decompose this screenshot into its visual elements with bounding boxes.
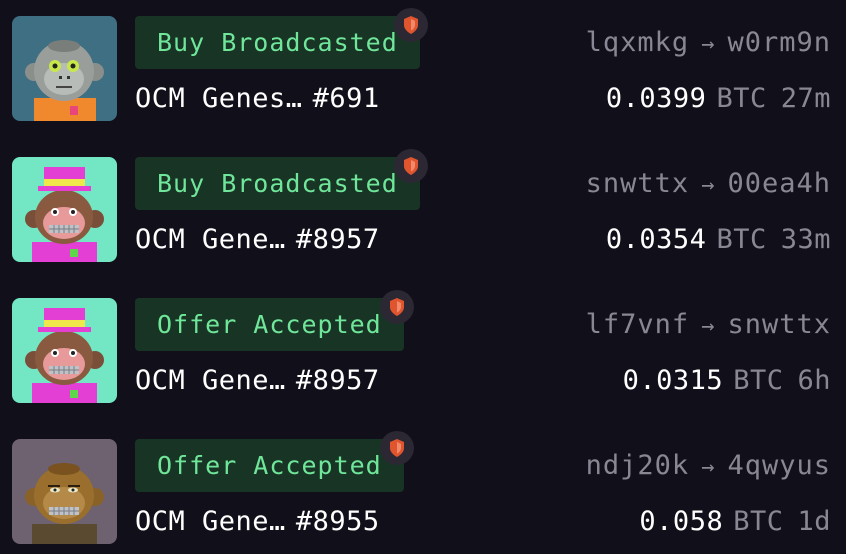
shield-icon <box>380 290 414 324</box>
token-number: #8955 <box>295 506 380 537</box>
price-amount: 0.0315 <box>622 365 724 396</box>
to-address[interactable]: w0rm9n <box>727 27 831 58</box>
nft-thumbnail[interactable] <box>12 16 117 121</box>
transfer-route: snwttx → 00ea4h <box>586 163 831 207</box>
from-address[interactable]: ndj20k <box>586 450 690 481</box>
to-address[interactable]: 4qwyus <box>727 450 831 481</box>
price-currency: BTC <box>716 83 767 114</box>
time-ago: 27m <box>780 83 831 114</box>
status-badge: Offer Accepted <box>135 290 414 351</box>
nft-thumbnail[interactable] <box>12 439 117 544</box>
pink-hat-monkey-avatar-icon <box>12 298 117 403</box>
token-number: #8957 <box>295 365 380 396</box>
shield-icon <box>380 431 414 465</box>
collection-name: OCM Genes… <box>135 83 303 114</box>
activity-row[interactable]: Buy Broadcasted OCM Genes… #691 lqxmkg → w0… <box>0 0 846 141</box>
transfer-route: ndj20k → 4qwyus <box>586 445 831 489</box>
price-currency: BTC <box>733 365 784 396</box>
collection-name: OCM Gene… <box>135 365 286 396</box>
nft-thumbnail[interactable] <box>12 298 117 403</box>
activity-row[interactable]: Offer Accepted OCM Gene… #8957 lf7vnf → snw… <box>0 282 846 423</box>
nft-thumbnail[interactable] <box>12 157 117 262</box>
pink-hat-monkey-avatar-icon <box>12 157 117 262</box>
from-address[interactable]: lqxmkg <box>586 27 690 58</box>
to-address[interactable]: 00ea4h <box>727 168 831 199</box>
status-label: Offer Accepted <box>157 451 382 480</box>
time-ago: 33m <box>780 224 831 255</box>
status-badge: Offer Accepted <box>135 431 414 492</box>
price-amount: 0.058 <box>639 506 724 537</box>
arrow-right-icon: → <box>701 314 716 339</box>
nft-name[interactable]: OCM Gene… #8957 <box>135 219 380 261</box>
price-currency: BTC <box>716 224 767 255</box>
time-ago: 6h <box>797 365 831 396</box>
status-label: Buy Broadcasted <box>157 28 398 57</box>
shield-icon <box>394 149 428 183</box>
price-info: 0.0315 BTC 6h <box>623 360 831 402</box>
price-amount: 0.0399 <box>605 83 707 114</box>
to-address[interactable]: snwttx <box>727 309 831 340</box>
activity-row[interactable]: Offer Accepted OCM Gene… #8955 ndj20k → 4qw… <box>0 423 846 554</box>
status-badge: Buy Broadcasted <box>135 8 428 69</box>
arrow-right-icon: → <box>701 173 716 198</box>
time-ago: 1d <box>797 506 831 537</box>
price-currency: BTC <box>733 506 784 537</box>
gray-monkey-avatar-icon <box>12 16 117 121</box>
activity-row[interactable]: Buy Broadcasted OCM Gene… #8957 snwttx → 00… <box>0 141 846 282</box>
status-label: Offer Accepted <box>157 310 382 339</box>
status-badge: Buy Broadcasted <box>135 149 428 210</box>
nft-name[interactable]: OCM Genes… #691 <box>135 78 380 120</box>
arrow-right-icon: → <box>701 455 716 480</box>
collection-name: OCM Gene… <box>135 506 286 537</box>
price-info: 0.0354 BTC 33m <box>606 219 831 261</box>
arrow-right-icon: → <box>701 32 716 57</box>
brown-monkey-avatar-icon <box>12 439 117 544</box>
transfer-route: lf7vnf → snwttx <box>586 304 831 348</box>
nft-name[interactable]: OCM Gene… #8957 <box>135 360 380 402</box>
price-amount: 0.0354 <box>605 224 707 255</box>
price-info: 0.058 BTC 1d <box>639 501 831 543</box>
shield-icon <box>394 8 428 42</box>
collection-name: OCM Gene… <box>135 224 286 255</box>
transfer-route: lqxmkg → w0rm9n <box>586 22 831 66</box>
from-address[interactable]: snwttx <box>586 168 690 199</box>
from-address[interactable]: lf7vnf <box>586 309 690 340</box>
token-number: #8957 <box>295 224 380 255</box>
status-label: Buy Broadcasted <box>157 169 398 198</box>
price-info: 0.0399 BTC 27m <box>606 78 831 120</box>
nft-name[interactable]: OCM Gene… #8955 <box>135 501 380 543</box>
token-number: #691 <box>312 83 380 114</box>
